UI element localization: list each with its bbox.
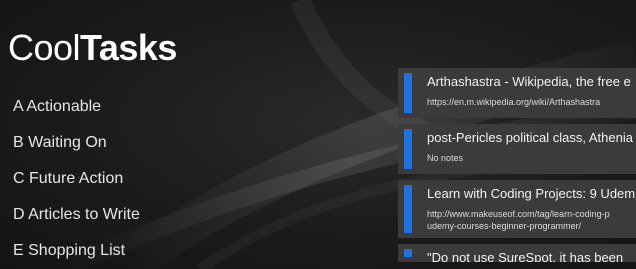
app-window: CoolTasks A Actionable B Waiting On C Fu… [0,0,636,269]
task-title: post-Pericles political class, Athenia [427,130,633,145]
category-item-waiting-on[interactable]: B Waiting On [13,130,140,166]
task-notes-continued: udemy-courses-beginner-programmer/ [427,221,582,231]
task-title: "Do not use SureSpot, it has been [427,250,624,262]
category-item-future-action[interactable]: C Future Action [13,166,140,202]
task-item[interactable]: "Do not use SureSpot, it has been [398,244,636,262]
task-item[interactable]: Arthashastra - Wikipedia, the free e htt… [398,68,636,118]
app-title: CoolTasks [8,28,177,68]
task-notes: https://en.m.wikipedia.org/wiki/Arthasha… [427,97,601,107]
task-title: Arthashastra - Wikipedia, the free e [427,74,631,89]
category-item-shopping-list[interactable]: E Shopping List [13,238,140,269]
task-notes: http://www.makeuseof.com/tag/learn-codin… [427,209,610,219]
task-list: Arthashastra - Wikipedia, the free e htt… [398,68,636,262]
priority-bar [404,249,412,257]
category-item-actionable[interactable]: A Actionable [13,94,140,130]
priority-bar [404,185,412,233]
task-notes: No notes [427,153,464,163]
app-title-bold: Tasks [80,27,177,68]
category-item-articles-to-write[interactable]: D Articles to Write [13,202,140,238]
priority-bar [404,73,412,113]
task-item[interactable]: Learn with Coding Projects: 9 Udem http:… [398,180,636,238]
priority-bar [404,129,412,169]
task-title: Learn with Coding Projects: 9 Udem [427,186,636,201]
task-item[interactable]: post-Pericles political class, Athenia N… [398,124,636,174]
app-title-light: Cool [8,27,81,68]
category-list: A Actionable B Waiting On C Future Actio… [13,94,140,269]
